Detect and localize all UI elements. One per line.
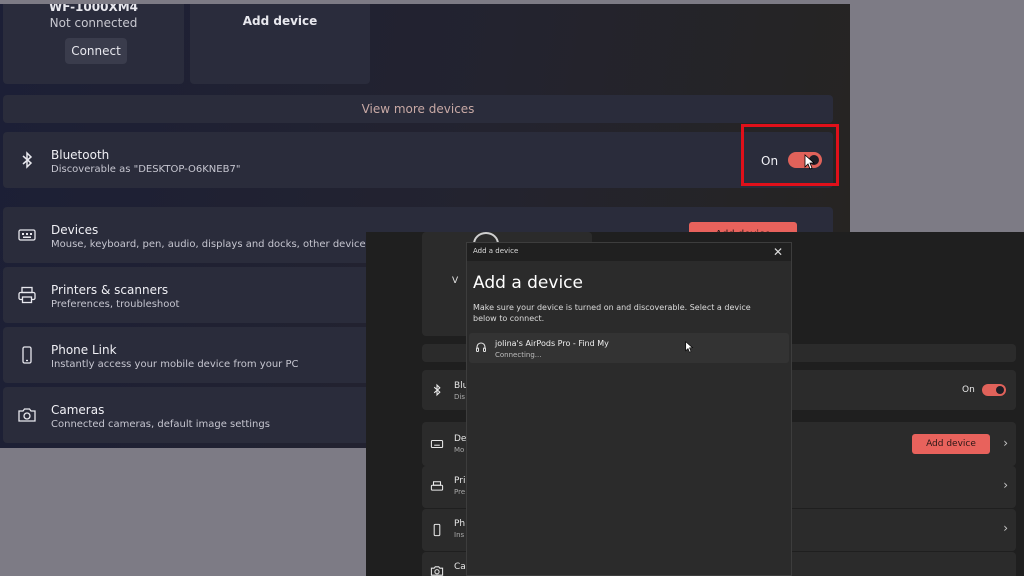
- row-subtitle: Preferences, troubleshoot: [51, 299, 180, 310]
- camera-icon: [430, 566, 444, 576]
- dialog-heading: Add a device: [473, 273, 583, 293]
- bluetooth-toggle[interactable]: [982, 384, 1006, 396]
- view-more-devices-link[interactable]: View more devices: [3, 95, 833, 123]
- add-device-dialog: Add a device ✕ Add a device Make sure yo…: [466, 242, 792, 576]
- bluetooth-icon: [22, 151, 33, 169]
- row-subtitle-fragment: Ins: [454, 531, 465, 539]
- device-status: Not connected: [49, 16, 138, 30]
- highlight-box: [741, 124, 839, 186]
- bluetooth-title: Bluetooth: [51, 148, 110, 162]
- row-title-fragment: Ca: [454, 562, 466, 572]
- keyboard-icon: [430, 439, 444, 449]
- row-title-fragment: De: [454, 434, 467, 444]
- row-subtitle: Mouse, keyboard, pen, audio, displays an…: [51, 239, 371, 250]
- phone-icon: [433, 523, 441, 537]
- keyboard-icon: [18, 229, 36, 241]
- row-title: Cameras: [51, 403, 105, 417]
- row-subtitle-fragment: Mo: [454, 446, 465, 454]
- bluetooth-subtitle-fragment: Dis: [454, 393, 465, 401]
- row-title: Printers & scanners: [51, 283, 169, 297]
- chevron-right-icon: ›: [1003, 478, 1008, 492]
- device-name: jolina's AirPods Pro - Find My: [495, 339, 609, 348]
- dialog-title-bar: Add a device ✕: [467, 243, 791, 261]
- add-device-tile[interactable]: Add device: [190, 4, 370, 84]
- phone-icon: [22, 346, 32, 364]
- device-name: WF-1000XM4: [49, 4, 138, 14]
- bluetooth-subtitle: Discoverable as "DESKTOP-O6KNEB7": [51, 164, 241, 175]
- row-title-fragment: Ph: [454, 519, 466, 529]
- tile-label-fragment: V: [452, 276, 459, 286]
- bluetooth-row: Bluetooth Discoverable as "DESKTOP-O6KNE…: [3, 132, 833, 188]
- dialog-window-title: Add a device: [473, 247, 519, 255]
- bluetooth-state-label: On: [962, 385, 975, 395]
- device-status: Connecting...: [495, 351, 542, 359]
- row-title-fragment: Pri: [454, 476, 466, 486]
- connect-button[interactable]: Connect: [65, 38, 127, 64]
- camera-icon: [18, 408, 36, 422]
- row-subtitle: Instantly access your mobile device from…: [51, 359, 299, 370]
- printer-icon: [18, 286, 36, 304]
- close-icon[interactable]: ✕: [773, 244, 783, 260]
- row-subtitle: Connected cameras, default image setting…: [51, 419, 270, 430]
- add-device-button[interactable]: Add device: [912, 434, 990, 454]
- device-tile-wf1000xm4: WF-1000XM4 Not connected Connect: [3, 4, 184, 84]
- add-device-label: Add device: [242, 14, 318, 28]
- bluetooth-icon: [433, 383, 441, 397]
- row-title: Devices: [51, 223, 99, 237]
- row-subtitle-fragment: Pre: [454, 488, 466, 496]
- toggle-knob: [996, 386, 1004, 394]
- chevron-right-icon: ›: [1003, 521, 1008, 535]
- chevron-right-icon: ›: [1003, 436, 1008, 450]
- mouse-cursor-icon: [685, 341, 694, 353]
- dialog-description: Make sure your device is turned on and d…: [473, 303, 751, 323]
- printer-icon: [430, 481, 444, 491]
- row-title: Phone Link: [51, 343, 117, 357]
- device-list-item[interactable]: jolina's AirPods Pro - Find My Connectin…: [469, 333, 789, 363]
- view-more-devices-row[interactable]: View more devices: [3, 95, 833, 123]
- headphones-icon: [476, 342, 486, 352]
